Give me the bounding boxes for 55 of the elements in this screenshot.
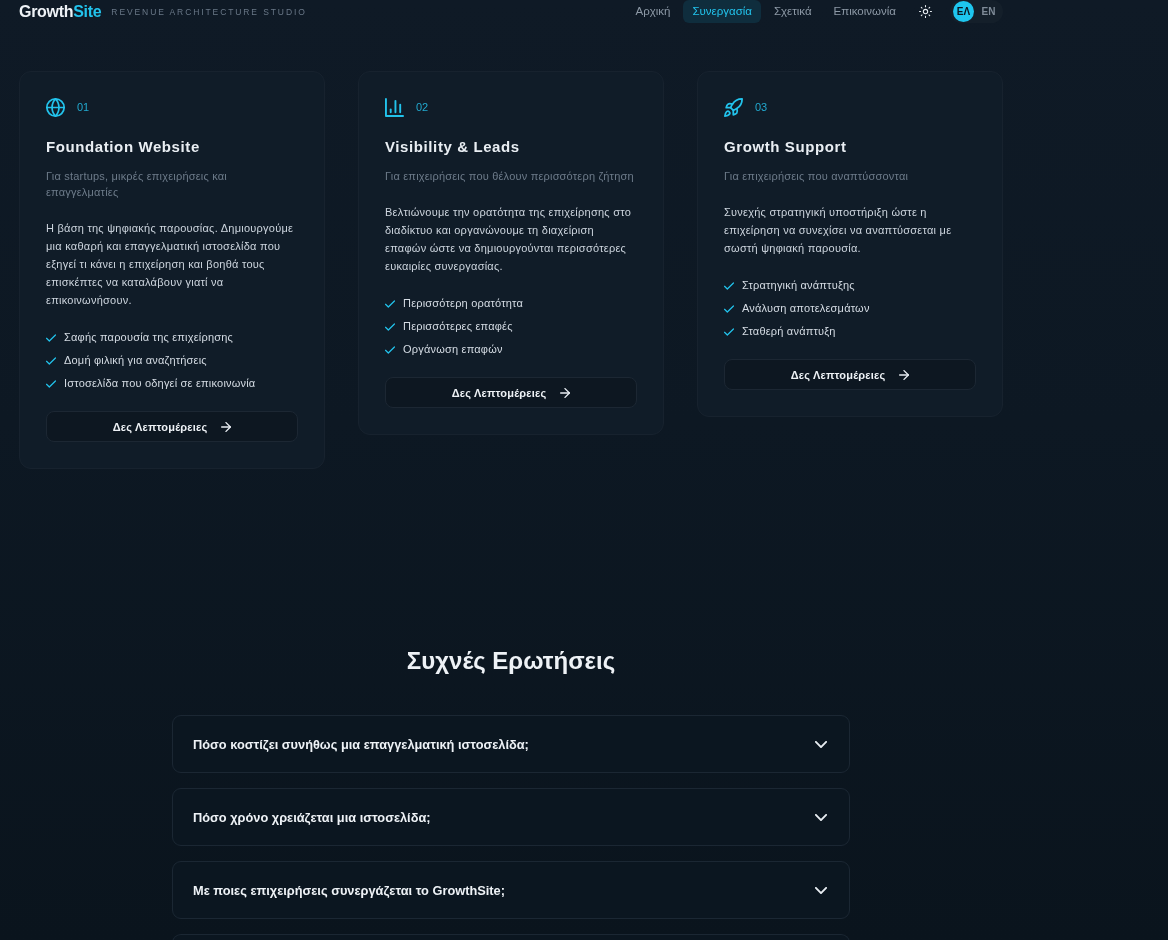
card-title: Visibility & Leads (385, 137, 521, 157)
card-subtitle: Για επιχειρήσεις που αναπτύσσονται (724, 169, 910, 184)
faq-item[interactable]: Πόσο χρόνο χρειάζεται μια ιστοσελίδα; (172, 788, 850, 846)
card-description: Βελτιώνουμε την ορατότητα της επιχείρησης στο διαδίκτυο και οργανώνουμε τη διαχείριση επαφών ώστε να δημιουργούνται περισσότερες ευκαιρίες συνεργασίας. (385, 205, 633, 274)
feature-text: Περισσότερες επαφές (403, 318, 513, 334)
card-number: 03 (755, 100, 768, 114)
arrow-right-icon (221, 421, 232, 432)
faq-heading: Συχνές Ερωτήσεις (406, 647, 616, 675)
check-icon (385, 322, 395, 331)
card-description: Συνεχής στρατηγική υποστήριξη ώστε η επιχείρηση να συνεχίσει να αναπτύσσεται με σωστή ψηφιακή παρουσία. (724, 205, 953, 256)
chevron-down-icon (815, 813, 827, 821)
card-description: Η βάση της ψηφιακής παρουσίας. Δημιουργούμε μια καθαρή και επαγγελματική ιστοσελίδα που εξηγεί τι κάνει η επιχείρηση και βοηθά τους επισκέπτες να καταλάβουν γιατί να επικοινωνήσουν. (46, 221, 295, 308)
check-icon (46, 356, 56, 365)
faq-item[interactable]: Πόσο κοστίζει συνήθως μια επαγγελματική ιστοσελίδα; (172, 715, 850, 773)
feature-text: Οργάνωση επαφών (403, 341, 503, 357)
card-number: 01 (77, 100, 90, 114)
arrow-right-icon (899, 369, 910, 380)
tagline: REVENUE ARCHITECTURE STUDIO (111, 7, 307, 18)
arrow-right-icon (560, 387, 571, 398)
card-title: Foundation Website (46, 137, 201, 157)
chevron-down-icon (815, 886, 827, 894)
feature-text: Περισσότερη ορατότητα (403, 295, 524, 311)
nav-link[interactable]: Συνεργασία (683, 0, 761, 23)
globe-icon (46, 97, 65, 117)
check-icon (385, 345, 395, 354)
feature-text: Σαφής παρουσία της επιχείρησης (64, 329, 234, 345)
check-icon (46, 379, 56, 388)
card-title: Growth Support (724, 137, 848, 157)
nav-link[interactable]: Αρχική (626, 0, 680, 23)
check-icon (724, 304, 734, 313)
logo[interactable]: GrowthSite (19, 2, 102, 21)
feature-text: Στρατηγική ανάπτυξης (742, 277, 855, 293)
faq-item[interactable]: Με ποιες επιχειρήσεις συνεργάζεται το GrowthSite; (172, 861, 850, 919)
language-option[interactable]: ΕΛ (953, 1, 974, 22)
card-subtitle: Για startups, μικρές επιχειρήσεις και επαγγελματίες (46, 169, 228, 200)
details-button[interactable]: Δες Λεπτομέρειες (724, 359, 976, 390)
feature-text: Δομή φιλική για αναζητήσεις (64, 352, 207, 368)
check-icon (46, 333, 56, 342)
card-subtitle: Για επιχειρήσεις που θέλουν περισσότερη ζήτηση (385, 169, 635, 184)
check-icon (724, 281, 734, 290)
check-icon (724, 327, 734, 336)
nav-link[interactable]: Επικοινωνία (824, 0, 905, 23)
language-option[interactable]: EN (978, 1, 999, 22)
feature-text: Ιστοσελίδα που οδηγεί σε επικοινωνία (64, 375, 256, 391)
details-button[interactable]: Δες Λεπτομέρειες (46, 411, 298, 442)
feature-text: Ανάλυση αποτελεσμάτων (742, 300, 870, 316)
nav-link[interactable]: Σχετικά (764, 0, 821, 23)
chevron-down-icon (815, 740, 827, 748)
details-button[interactable]: Δες Λεπτομέρειες (385, 377, 637, 408)
check-icon (385, 299, 395, 308)
bar-chart-icon (385, 97, 404, 117)
sun-icon[interactable] (919, 5, 932, 18)
rocket-icon (724, 97, 743, 117)
feature-text: Σταθερή ανάπτυξη (742, 323, 836, 339)
card-number: 02 (416, 100, 429, 114)
